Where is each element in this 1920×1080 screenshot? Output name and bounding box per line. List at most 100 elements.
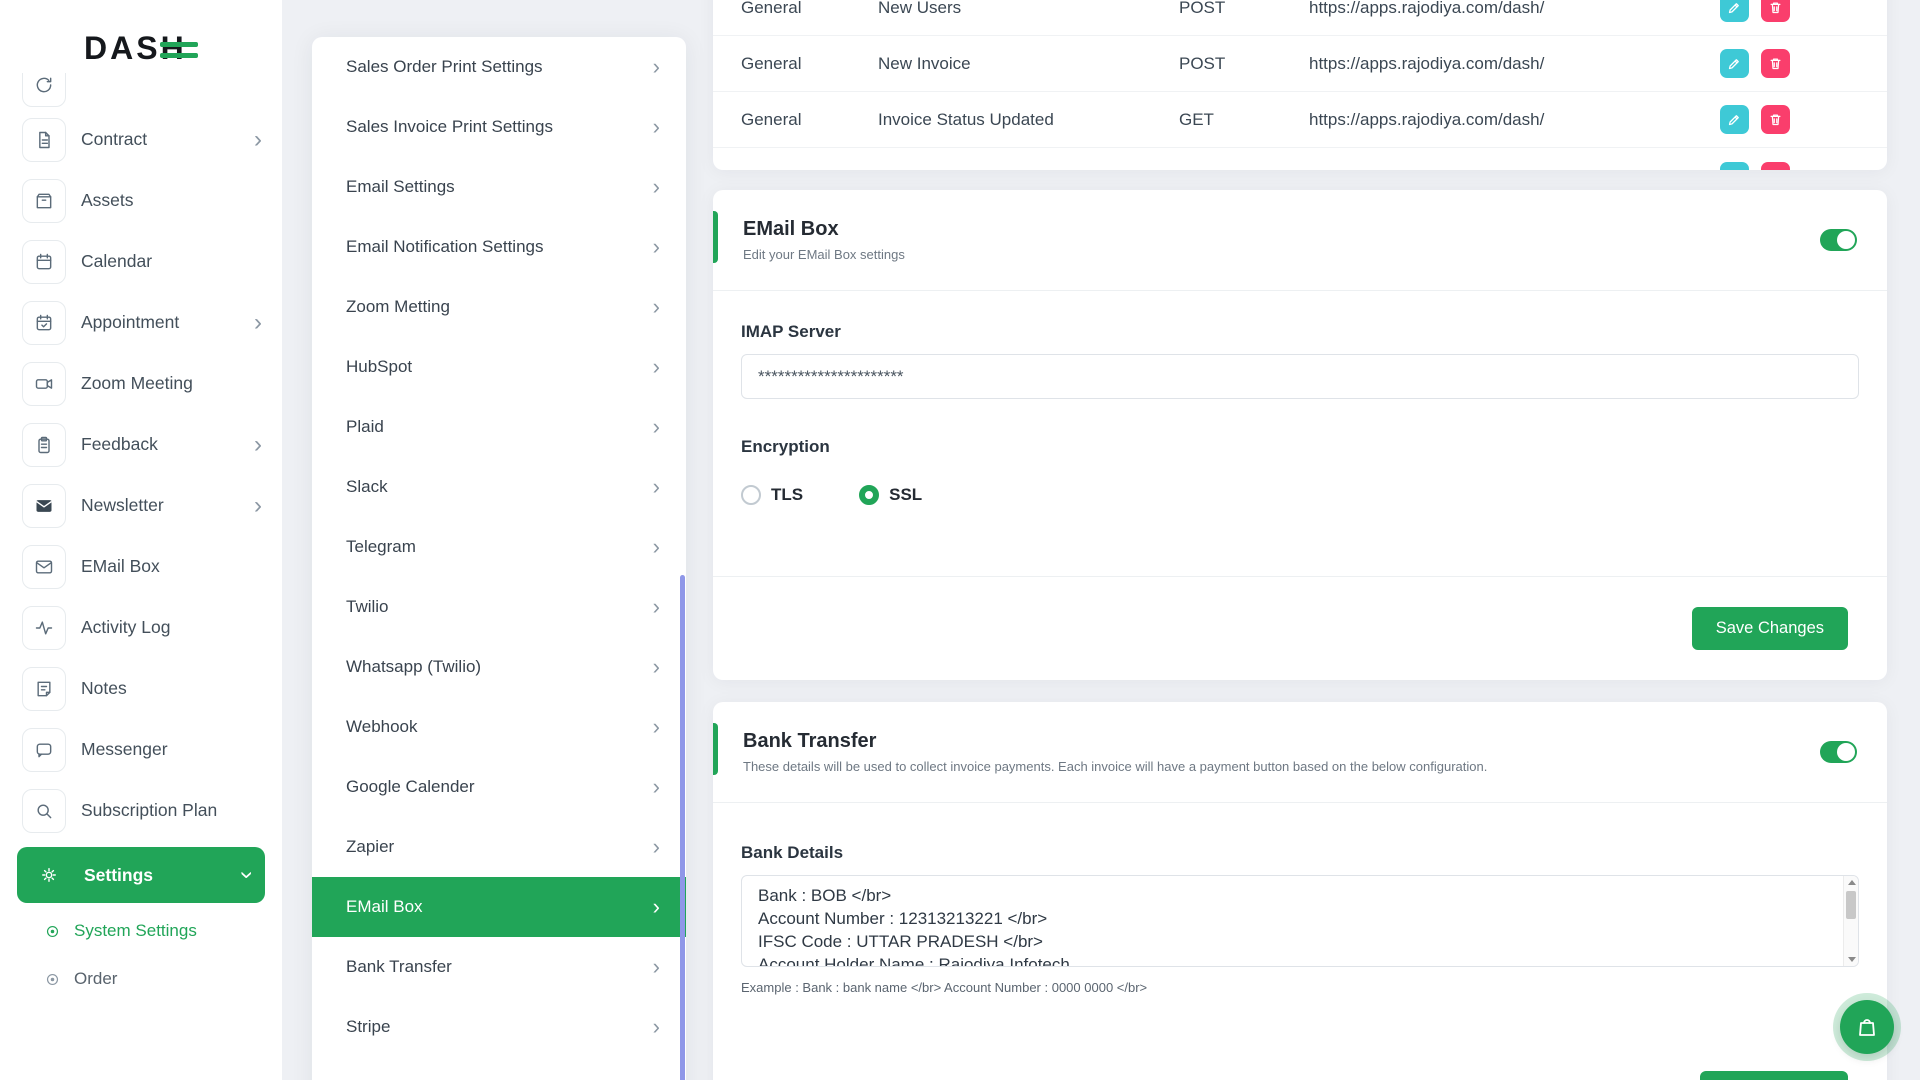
sidebar-item-subscription-plan[interactable]: Subscription Plan: [0, 780, 282, 841]
trash-icon: [1768, 112, 1783, 127]
chevron-right-icon: ›: [254, 494, 262, 518]
submenu-scrollbar[interactable]: [680, 575, 685, 1080]
submenu-item-sales-order-print-settings[interactable]: Sales Order Print Settings ›: [312, 37, 686, 97]
sidebar-item-assets[interactable]: Assets: [0, 170, 282, 231]
edit-button[interactable]: [1720, 105, 1749, 134]
submenu-item-label: Plaid: [346, 417, 384, 437]
accent-bar: [713, 211, 718, 263]
sidebar-item-appointment[interactable]: Appointment ›: [0, 292, 282, 353]
submenu-item-whatsapp-twilio[interactable]: Whatsapp (Twilio)›: [312, 637, 686, 697]
sidebar-item-zoom-meeting[interactable]: Zoom Meeting: [0, 353, 282, 414]
table-row-partial: [713, 148, 1887, 170]
search-icon: [22, 789, 66, 833]
submenu-item-label: Zapier: [346, 837, 394, 857]
submenu-item-stripe[interactable]: Stripe›: [312, 997, 686, 1057]
sidebar-item-label: Calendar: [81, 251, 152, 272]
submenu-item-twilio[interactable]: Twilio›: [312, 577, 686, 637]
document-icon: [22, 118, 66, 162]
edit-button[interactable]: [1720, 0, 1749, 22]
submenu-item-label: Zoom Metting: [346, 297, 450, 317]
logo-dash-marks: [160, 42, 198, 58]
imap-server-input[interactable]: [741, 354, 1859, 399]
app-logo[interactable]: DASH: [84, 30, 282, 67]
submenu-item-google-calender[interactable]: Google Calender›: [312, 757, 686, 817]
radio-label: TLS: [771, 485, 803, 505]
encryption-label: Encryption: [741, 437, 1859, 457]
submenu-item-bank-transfer[interactable]: Bank Transfer›: [312, 937, 686, 997]
submenu-item-zoom-metting[interactable]: Zoom Metting›: [312, 277, 686, 337]
chevron-right-icon: ›: [653, 56, 660, 78]
save-changes-button-partial[interactable]: [1700, 1071, 1848, 1080]
scrollbar-thumb: [1846, 891, 1856, 919]
bank-transfer-toggle[interactable]: [1820, 741, 1857, 763]
sidebar-item-email-box[interactable]: EMail Box: [0, 536, 282, 597]
submenu-item-zapier[interactable]: Zapier›: [312, 817, 686, 877]
chevron-right-icon: ›: [653, 776, 660, 798]
pencil-icon: [1727, 112, 1742, 127]
save-changes-button[interactable]: Save Changes: [1692, 607, 1848, 650]
chevron-right-icon: ›: [653, 356, 660, 378]
bank-details-textarea[interactable]: Bank : BOB </br> Account Number : 123132…: [741, 875, 1859, 967]
sidebar-item-label: Subscription Plan: [81, 800, 217, 821]
submenu-item-slack[interactable]: Slack›: [312, 457, 686, 517]
textarea-scrollbar[interactable]: [1843, 876, 1858, 966]
sidebar-item-partial[interactable]: [0, 73, 282, 109]
sidebar-item-calendar[interactable]: Calendar: [0, 231, 282, 292]
purchase-fab-button[interactable]: [1840, 1000, 1894, 1054]
submenu-item-email-notification-settings[interactable]: Email Notification Settings ›: [312, 217, 686, 277]
sidebar-item-label: Settings: [84, 865, 153, 886]
chevron-right-icon: ›: [653, 236, 660, 258]
submenu-item-email-box[interactable]: EMail Box ›: [312, 877, 686, 937]
submenu-item-sales-invoice-print-settings[interactable]: Sales Invoice Print Settings›: [312, 97, 686, 157]
sidebar-item-label: Notes: [81, 678, 127, 699]
chevron-right-icon: ›: [653, 1076, 660, 1080]
sidebar-item-activity-log[interactable]: Activity Log: [0, 597, 282, 658]
submenu-item-plaid[interactable]: Plaid›: [312, 397, 686, 457]
edit-button[interactable]: [1720, 49, 1749, 78]
sidebar-item-settings[interactable]: Settings ›: [17, 847, 265, 903]
row-method: GET: [1179, 110, 1309, 130]
radio-tls[interactable]: TLS: [741, 485, 803, 505]
submenu-item-telegram[interactable]: Telegram›: [312, 517, 686, 577]
imap-server-label: IMAP Server: [741, 322, 1859, 342]
delete-button[interactable]: [1761, 0, 1790, 22]
delete-button[interactable]: [1761, 49, 1790, 78]
table-row: General New Users POST https://apps.rajo…: [713, 0, 1887, 36]
calendar-check-icon: [22, 301, 66, 345]
envelope-icon: [22, 545, 66, 589]
submenu-item-webhook[interactable]: Webhook›: [312, 697, 686, 757]
pencil-icon: [1727, 56, 1742, 71]
sidebar-item-order[interactable]: Order: [0, 955, 282, 1003]
sidebar-item-messenger[interactable]: Messenger: [0, 719, 282, 780]
chevron-right-icon: ›: [653, 476, 660, 498]
sidebar-item-notes[interactable]: Notes: [0, 658, 282, 719]
delete-button[interactable]: [1761, 162, 1790, 171]
sidebar-item-contract[interactable]: Contract ›: [0, 109, 282, 170]
submenu-item-label: EMail Box: [346, 897, 423, 917]
submenu-item-label: Stripe: [346, 1017, 390, 1037]
chevron-right-icon: ›: [653, 896, 660, 918]
delete-button[interactable]: [1761, 105, 1790, 134]
submenu-item-label: Sales Order Print Settings: [346, 57, 543, 77]
submenu-item-label: Twilio: [346, 597, 389, 617]
edit-button[interactable]: [1720, 162, 1749, 171]
email-box-toggle[interactable]: [1820, 229, 1857, 251]
email-box-card-body: IMAP Server Encryption TLS SSL: [713, 322, 1887, 505]
trash-icon: [1768, 169, 1783, 171]
radio-ssl[interactable]: SSL: [859, 485, 922, 505]
row-method: POST: [1179, 54, 1309, 74]
bank-transfer-card-header: Bank Transfer These details will be used…: [713, 702, 1887, 803]
sidebar-item-system-settings[interactable]: System Settings: [0, 907, 282, 955]
sidebar-item-feedback[interactable]: Feedback ›: [0, 414, 282, 475]
submenu-item-email-settings[interactable]: Email Settings›: [312, 157, 686, 217]
sidebar-item-newsletter[interactable]: Newsletter ›: [0, 475, 282, 536]
page: DASH Contract › Assets Calendar A: [0, 0, 1920, 1080]
submenu-item-label: Email Notification Settings: [346, 237, 543, 257]
card-title: EMail Box: [743, 218, 905, 241]
sidebar-subitem-label: Order: [74, 969, 117, 989]
row-url: https://apps.rajodiya.com/dash/: [1309, 0, 1720, 18]
submenu-item-hubspot[interactable]: HubSpot›: [312, 337, 686, 397]
sidebar: DASH Contract › Assets Calendar A: [0, 0, 282, 1080]
sidebar-nav: Contract › Assets Calendar Appointment ›…: [0, 73, 282, 1003]
submenu-item-partial[interactable]: ›: [312, 1057, 686, 1080]
